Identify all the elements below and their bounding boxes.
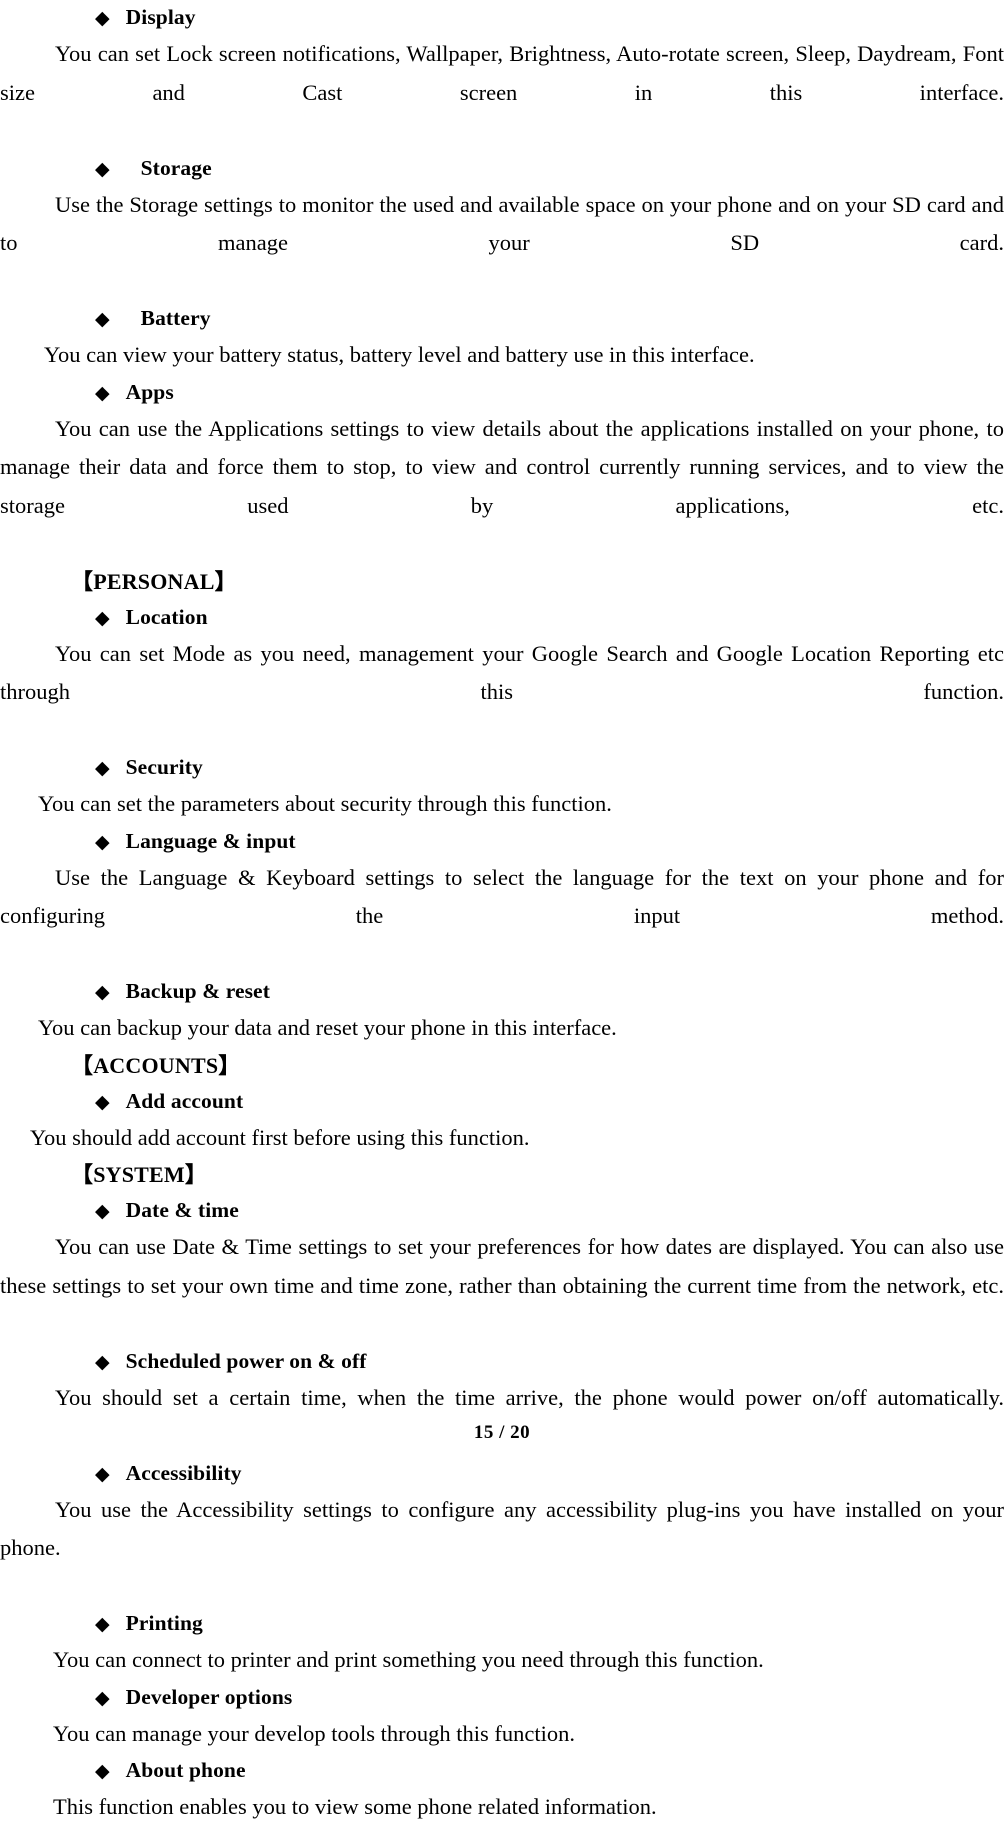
diamond-bullet-icon: ◆ bbox=[95, 381, 110, 404]
section-paragraph-accessibility: You use the Accessibility settings to co… bbox=[0, 1496, 1004, 1561]
diamond-bullet-icon: ◆ bbox=[95, 7, 110, 29]
diamond-bullet-icon: ◆ bbox=[95, 981, 110, 1003]
section-heading-security: ◆ Security bbox=[0, 750, 1004, 785]
diamond-bullet-icon: ◆ bbox=[95, 1760, 110, 1782]
section-heading-scheduled-power: ◆ Scheduled power on & off bbox=[0, 1344, 1004, 1379]
section-paragraph-date-time: You can use Date & Time settings to set … bbox=[0, 1234, 1004, 1298]
section-heading-about-phone: ◆ About phone bbox=[0, 1753, 1004, 1788]
section-heading-date-time: ◆ Date & time bbox=[0, 1193, 1004, 1228]
section-heading-storage: ◆ Storage bbox=[0, 151, 1004, 186]
section-heading-developer-options: ◆ Developer options bbox=[0, 1680, 1004, 1715]
section-heading-label: Language & input bbox=[125, 828, 296, 853]
section-heading-label: Storage bbox=[140, 155, 212, 180]
section-heading-apps: ◆ Apps bbox=[0, 375, 1004, 410]
section-heading-label: Scheduled power on & off bbox=[125, 1348, 367, 1373]
section-paragraph-about-phone: This function enables you to view some p… bbox=[53, 1794, 657, 1819]
group-label-system: 【SYSTEM】 bbox=[71, 1162, 208, 1187]
diamond-bullet-icon: ◆ bbox=[95, 1090, 110, 1113]
section-heading-label: Location bbox=[125, 604, 208, 629]
diamond-bullet-icon: ◆ bbox=[95, 757, 110, 779]
section-heading-printing: ◆ Printing bbox=[0, 1606, 1004, 1641]
section-heading-label: Add account bbox=[125, 1088, 244, 1113]
diamond-bullet-icon: ◆ bbox=[95, 606, 110, 629]
section-paragraph-developer-options: You can manage your develop tools throug… bbox=[53, 1720, 576, 1746]
section-paragraph-battery: You can view your battery status, batter… bbox=[44, 342, 755, 367]
section-heading-label: Accessibility bbox=[125, 1460, 242, 1485]
section-heading-label: Printing bbox=[125, 1611, 203, 1635]
page-number-footer: 15 / 20 bbox=[473, 1422, 531, 1443]
section-paragraph-storage: Use the Storage settings to monitor the … bbox=[0, 191, 1004, 256]
page-content: ◆ Display You can set Lock screen notific… bbox=[0, 0, 1004, 1827]
section-paragraph-security: You can set the parameters about securit… bbox=[38, 791, 612, 816]
section-heading-display: ◆ Display bbox=[0, 0, 1004, 35]
section-heading-label: Security bbox=[125, 755, 203, 779]
section-heading-label: Display bbox=[125, 5, 196, 29]
diamond-bullet-icon: ◆ bbox=[95, 1613, 110, 1635]
section-heading-label: Backup & reset bbox=[125, 979, 270, 1003]
section-heading-location: ◆ Location bbox=[0, 600, 1004, 635]
section-paragraph-language-input: Use the Language & Keyboard settings to … bbox=[0, 864, 1004, 929]
section-paragraph-location: You can set Mode as you need, management… bbox=[0, 640, 1004, 705]
diamond-bullet-icon: ◆ bbox=[95, 1200, 110, 1222]
section-heading-label: Apps bbox=[125, 379, 174, 404]
diamond-bullet-icon: ◆ bbox=[95, 157, 110, 180]
section-heading-label: Developer options bbox=[125, 1684, 293, 1709]
group-label-accounts: 【ACCOUNTS】 bbox=[71, 1052, 241, 1078]
section-heading-battery: ◆ Battery bbox=[0, 301, 1004, 336]
diamond-bullet-icon: ◆ bbox=[95, 308, 110, 330]
section-heading-label: Date & time bbox=[125, 1198, 239, 1222]
section-heading-add-account: ◆ Add account bbox=[0, 1084, 1004, 1119]
diamond-bullet-icon: ◆ bbox=[95, 1462, 110, 1485]
section-paragraph-backup-reset: You can backup your data and reset your … bbox=[38, 1015, 617, 1040]
diamond-bullet-icon: ◆ bbox=[95, 1350, 110, 1373]
section-paragraph-apps: You can use the Applications settings to… bbox=[0, 415, 1004, 518]
diamond-bullet-icon: ◆ bbox=[95, 830, 110, 853]
section-heading-label: About phone bbox=[125, 1758, 246, 1782]
section-heading-backup-reset: ◆ Backup & reset bbox=[0, 974, 1004, 1009]
section-heading-language-input: ◆ Language & input bbox=[0, 824, 1004, 859]
group-label-personal: 【PERSONAL】 bbox=[71, 568, 237, 594]
section-paragraph-display: You can set Lock screen notifications, W… bbox=[0, 41, 1004, 105]
diamond-bullet-icon: ◆ bbox=[95, 1686, 110, 1709]
section-heading-accessibility: ◆ Accessibility bbox=[0, 1456, 1004, 1491]
manual-page: ◆ Display You can set Lock screen notific… bbox=[0, 0, 1004, 1819]
section-heading-label: Battery bbox=[140, 306, 211, 330]
section-paragraph-printing: You can connect to printer and print som… bbox=[53, 1647, 764, 1672]
section-paragraph-add-account: You should add account first before usin… bbox=[30, 1124, 530, 1150]
